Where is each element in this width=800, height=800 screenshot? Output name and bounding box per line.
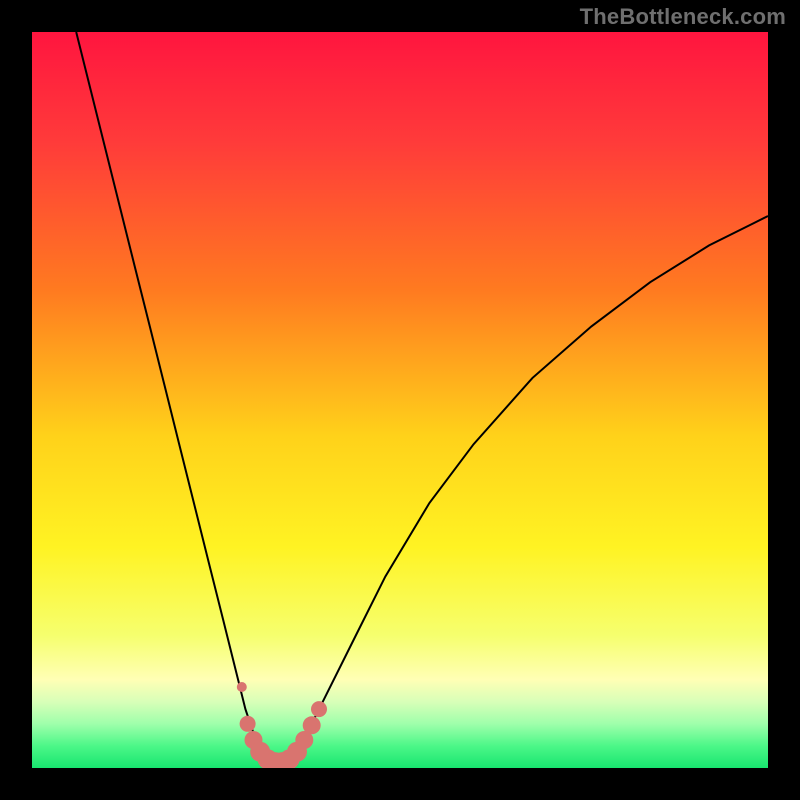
bottleneck-chart: [32, 32, 768, 768]
trough-marker: [303, 716, 321, 734]
chart-background: [32, 32, 768, 768]
trough-marker: [311, 701, 327, 717]
chart-frame: TheBottleneck.com: [0, 0, 800, 800]
watermark-text: TheBottleneck.com: [580, 4, 786, 30]
trough-marker: [240, 716, 256, 732]
trough-marker: [237, 682, 247, 692]
